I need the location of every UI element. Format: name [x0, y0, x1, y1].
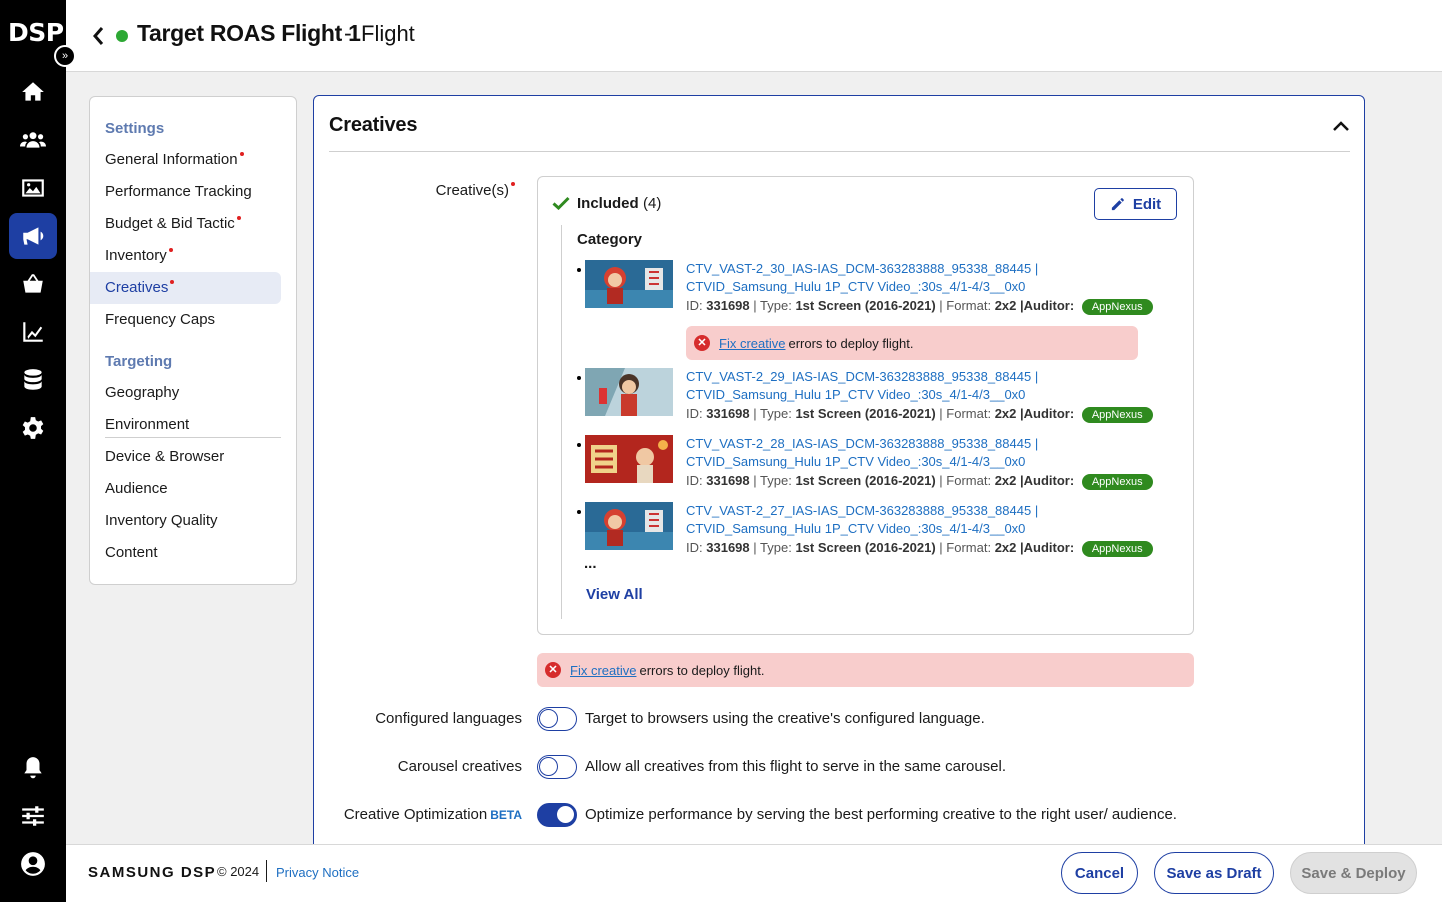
creative-item: CTV_VAST-2_30_IAS-IAS_DCM-363283888_9533…: [577, 260, 1177, 320]
creative-optimization-toggle[interactable]: [537, 803, 577, 827]
creative-thumbnail: [585, 260, 673, 308]
creative-meta: ID: 331698 | Type: 1st Screen (2016-2021…: [686, 540, 1153, 557]
category-label: Category: [577, 231, 643, 248]
required-marker: [168, 248, 173, 252]
carousel-creatives-label: Carousel creatives: [397, 758, 522, 775]
page-footer: SAMSUNG DSP © 2024 Privacy Notice Cancel…: [66, 844, 1442, 902]
footer-brand: SAMSUNG DSP: [88, 864, 217, 881]
fix-creative-link[interactable]: Fix creative: [570, 663, 636, 678]
included-label: Included: [577, 195, 639, 212]
footer-copyright: © 2024: [217, 864, 260, 879]
dsp-logo: DSP: [8, 18, 64, 47]
view-all-link[interactable]: View All: [586, 586, 643, 603]
creative-meta: ID: 331698 | Type: 1st Screen (2016-2021…: [686, 406, 1153, 423]
creatives-list-box: Included (4) Edit Category CTV_VAST-2_30…: [537, 176, 1194, 635]
settings-group-label: Settings: [105, 120, 165, 137]
creative-name-link[interactable]: CTV_VAST-2_28_IAS-IAS_DCM-363283888_9533…: [686, 435, 1106, 471]
auditor-badge: AppNexus: [1081, 540, 1153, 557]
check-icon: [552, 196, 570, 210]
required-marker: [239, 152, 244, 156]
more-ellipsis: ...: [584, 555, 597, 572]
page-title: Target ROAS Flight 1: [137, 20, 361, 46]
creatives-field-label: Creative(s): [414, 182, 515, 199]
data-database-icon[interactable]: [9, 357, 57, 403]
carousel-creatives-description: Allow all creatives from this flight to …: [585, 758, 1007, 775]
page-header: Target ROAS Flight 1 - Flight: [66, 0, 1442, 72]
creatives-panel: Creatives Creative(s) Included (4) Edit …: [313, 95, 1365, 855]
double-chevron-right-icon[interactable]: »: [54, 45, 76, 67]
pencil-icon: [1111, 197, 1124, 210]
creative-meta: ID: 331698 | Type: 1st Screen (2016-2021…: [686, 473, 1153, 490]
menu-item-inventory[interactable]: Inventory: [90, 240, 281, 272]
panel-title: Creatives: [329, 114, 418, 136]
cancel-button[interactable]: Cancel: [1061, 852, 1138, 894]
menu-item-environment[interactable]: Environment: [90, 409, 281, 441]
fix-creative-link[interactable]: Fix creative: [719, 336, 785, 351]
creative-item: CTV_VAST-2_28_IAS-IAS_DCM-363283888_9533…: [577, 435, 1177, 495]
beta-badge: BETA: [490, 808, 522, 822]
menu-item-frequency-caps[interactable]: Frequency Caps: [90, 304, 281, 336]
chevron-up-icon[interactable]: [1332, 120, 1350, 132]
creative-thumbnail: [585, 368, 673, 416]
creative-optimization-label: Creative Optimization BETA: [343, 806, 522, 823]
audience-icon[interactable]: [9, 117, 57, 163]
menu-item-audience[interactable]: Audience: [90, 473, 281, 505]
creative-thumbnail: [585, 502, 673, 550]
auditor-badge: AppNexus: [1081, 473, 1153, 490]
back-chevron-icon[interactable]: [90, 24, 106, 48]
error-x-icon: ✕: [545, 662, 561, 678]
auditor-badge: AppNexus: [1081, 298, 1153, 315]
menu-item-inventory-quality[interactable]: Inventory Quality: [90, 505, 281, 537]
menu-item-creatives[interactable]: Creatives: [90, 272, 281, 304]
configured-languages-toggle[interactable]: [537, 707, 577, 731]
panel-divider: [329, 151, 1350, 152]
footer-separator: [266, 860, 267, 882]
save-as-draft-button[interactable]: Save as Draft: [1154, 852, 1274, 894]
page-subtitle: Flight: [361, 21, 415, 46]
tree-line: [561, 225, 562, 619]
section-menu: Settings General Information Performance…: [89, 96, 297, 585]
preferences-sliders-icon[interactable]: [9, 793, 57, 839]
error-x-icon: ✕: [694, 335, 710, 351]
menu-item-device-browser[interactable]: Device & Browser: [90, 441, 281, 473]
reports-chart-icon[interactable]: [9, 309, 57, 355]
save-and-deploy-button[interactable]: Save & Deploy: [1290, 852, 1417, 894]
title-separator: -: [344, 20, 352, 46]
creative-optimization-description: Optimize performance by serving the best…: [585, 806, 1177, 823]
required-marker: [236, 216, 241, 220]
status-dot: [116, 30, 128, 42]
menu-item-budget-bid-tactic[interactable]: Budget & Bid Tactic: [90, 208, 281, 240]
creative-name-link[interactable]: CTV_VAST-2_29_IAS-IAS_DCM-363283888_9533…: [686, 368, 1106, 404]
menu-item-content[interactable]: Content: [90, 537, 281, 569]
creative-thumbnail: [585, 435, 673, 483]
required-marker: [511, 182, 515, 186]
privacy-notice-link[interactable]: Privacy Notice: [276, 865, 359, 880]
auditor-badge: AppNexus: [1081, 406, 1153, 423]
marketplace-basket-icon[interactable]: [9, 261, 57, 307]
menu-item-geography[interactable]: Geography: [90, 377, 281, 409]
included-count: (4): [643, 195, 662, 212]
settings-gear-icon[interactable]: [9, 405, 57, 451]
creative-meta: ID: 331698 | Type: 1st Screen (2016-2021…: [686, 298, 1153, 315]
creative-name-link[interactable]: CTV_VAST-2_30_IAS-IAS_DCM-363283888_9533…: [686, 260, 1106, 296]
edit-creatives-button[interactable]: Edit: [1094, 188, 1177, 220]
user-avatar-icon[interactable]: [9, 841, 57, 887]
creative-name-link[interactable]: CTV_VAST-2_27_IAS-IAS_DCM-363283888_9533…: [686, 502, 1106, 538]
creative-image-icon[interactable]: [9, 165, 57, 211]
configured-languages-label: Configured languages: [375, 710, 522, 727]
deploy-error-banner: ✕ Fix creative errors to deploy flight.: [537, 653, 1194, 687]
creative-item: CTV_VAST-2_29_IAS-IAS_DCM-363283888_9533…: [577, 368, 1177, 428]
campaign-megaphone-icon[interactable]: [9, 213, 57, 259]
creative-item: CTV_VAST-2_27_IAS-IAS_DCM-363283888_9533…: [577, 502, 1177, 562]
carousel-creatives-toggle[interactable]: [537, 755, 577, 779]
notifications-bell-icon[interactable]: [9, 745, 57, 791]
left-rail: DSP »: [0, 0, 76, 902]
menu-item-general-information[interactable]: General Information: [90, 144, 281, 176]
targeting-group-label: Targeting: [105, 353, 173, 370]
required-marker: [170, 280, 175, 284]
creative-error-banner: ✕ Fix creative errors to deploy flight.: [686, 326, 1138, 360]
menu-item-performance-tracking[interactable]: Performance Tracking: [90, 176, 281, 208]
home-icon[interactable]: [9, 69, 57, 115]
configured-languages-description: Target to browsers using the creative's …: [585, 710, 985, 727]
